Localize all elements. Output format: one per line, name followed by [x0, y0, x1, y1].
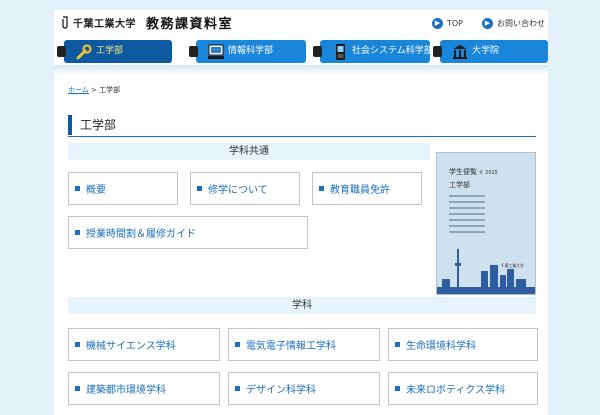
mechanical-science-link[interactable]: 機械サイエンス学科 [68, 328, 220, 361]
breadcrumb-current: 工学部 [99, 86, 121, 94]
bullet-icon [319, 186, 324, 191]
life-environment-link[interactable]: 生命環境科学科 [388, 328, 538, 361]
bullet-icon [75, 386, 80, 391]
study-link[interactable]: 修学について [190, 172, 300, 205]
design-science-link[interactable]: デザイン科学科 [228, 372, 380, 405]
bullet-icon [395, 342, 400, 347]
page: 千葉工業大学 教務課資料室 ▶ TOP ▶ お問い合わせ 工学部 情報科学部 社… [54, 10, 548, 415]
handbook-text-line [449, 213, 485, 215]
handbook-text-line [449, 195, 485, 197]
bullet-icon [197, 186, 202, 191]
bullet-icon [75, 186, 80, 191]
handbook-subtitle: 工学部 [449, 181, 470, 189]
student-handbook-cover[interactable]: 学生便覧 ⚲ 2015 工学部 千葉工業大学 [436, 152, 536, 295]
life-environment-link-label: 生命環境科学科 [406, 341, 476, 352]
nav-tab-social-systems[interactable]: 社会システム科学部 [313, 40, 433, 63]
handbook-text-line [449, 231, 485, 233]
teacher-license-link-label: 教育職員免許 [330, 185, 390, 196]
future-robotics-link[interactable]: 未来ロボティクス学科 [388, 372, 538, 405]
handbook-text-line [449, 207, 485, 209]
nav-shadow [54, 65, 548, 75]
architecture-urban-link[interactable]: 建築都市環境学科 [68, 372, 220, 405]
bullet-icon [75, 230, 80, 235]
breadcrumb-separator: > [91, 86, 97, 94]
clip-decoration [57, 46, 66, 57]
nav-tab-information-science[interactable]: 情報科学部 [189, 40, 306, 63]
mechanical-science-link-label: 機械サイエンス学科 [86, 341, 176, 352]
handbook-title-text: 学生便覧 [449, 168, 477, 176]
paper-clip-icon [62, 16, 68, 29]
site-logo[interactable]: 千葉工業大学 教務課資料室 [60, 14, 234, 32]
breadcrumb-home-link[interactable]: ホーム [68, 86, 89, 94]
wrench-icon [74, 42, 94, 61]
handbook-title: 学生便覧 ⚲ 2015 [449, 167, 498, 177]
arrow-right-icon: ▶ [432, 18, 443, 29]
mobile-phone-icon [330, 42, 350, 61]
study-link-label: 修学について [208, 185, 268, 196]
bullet-icon [235, 386, 240, 391]
clip-decoration [433, 46, 442, 57]
office-name: 教務課資料室 [146, 16, 234, 32]
architecture-urban-link-label: 建築都市環境学科 [86, 385, 166, 396]
clip-decoration [313, 46, 322, 57]
building-icon [450, 42, 470, 61]
main-nav: 工学部 情報科学部 社会システム科学部 大学院 [57, 40, 548, 63]
computer-icon [206, 42, 226, 61]
nav-tab-label: 情報科学部 [228, 46, 274, 56]
contact-link[interactable]: ▶ お問い合わせ [482, 18, 545, 29]
electrical-information-link-label: 電気電子情報工学科 [246, 341, 336, 352]
breadcrumb: ホーム > 工学部 [68, 85, 120, 95]
page-title: 工学部 [68, 114, 536, 137]
handbook-year: 2015 [485, 170, 498, 176]
nav-tab-label: 大学院 [472, 46, 500, 56]
bullet-icon [235, 342, 240, 347]
title-accent-bar [68, 115, 72, 135]
top-link[interactable]: ▶ TOP [432, 18, 463, 29]
search-icon: ⚲ [479, 170, 483, 176]
timetable-guide-link-label: 授業時間割＆履修ガイド [86, 229, 196, 240]
nav-tab-label: 工学部 [96, 46, 124, 56]
arrow-right-icon: ▶ [482, 18, 493, 29]
overview-link[interactable]: 概要 [68, 172, 178, 205]
university-name: 千葉工業大学 [73, 18, 136, 30]
bullet-icon [75, 342, 80, 347]
clip-decoration [189, 46, 198, 57]
handbook-text-line [449, 225, 485, 227]
nav-tab-label: 社会システム科学部 [352, 46, 433, 56]
future-robotics-link-label: 未来ロボティクス学科 [406, 385, 506, 396]
nav-tab-graduate-school[interactable]: 大学院 [433, 40, 548, 63]
nav-tab-engineering[interactable]: 工学部 [57, 40, 172, 63]
contact-link-label: お問い合わせ [497, 19, 545, 28]
top-link-label: TOP [447, 19, 464, 28]
electrical-information-link[interactable]: 電気電子情報工学科 [228, 328, 380, 361]
bullet-icon [395, 386, 400, 391]
overview-link-label: 概要 [86, 185, 106, 196]
handbook-text-line [449, 201, 485, 203]
design-science-link-label: デザイン科学科 [246, 385, 316, 396]
timetable-guide-link[interactable]: 授業時間割＆履修ガイド [68, 216, 308, 249]
handbook-text-line [449, 219, 485, 221]
teacher-license-link[interactable]: 教育職員免許 [312, 172, 422, 205]
city-skyline-icon [437, 249, 535, 294]
page-title-text: 工学部 [80, 118, 117, 132]
departments-section-header: 学科 [68, 297, 536, 314]
common-section-header: 学科共通 [68, 143, 430, 160]
